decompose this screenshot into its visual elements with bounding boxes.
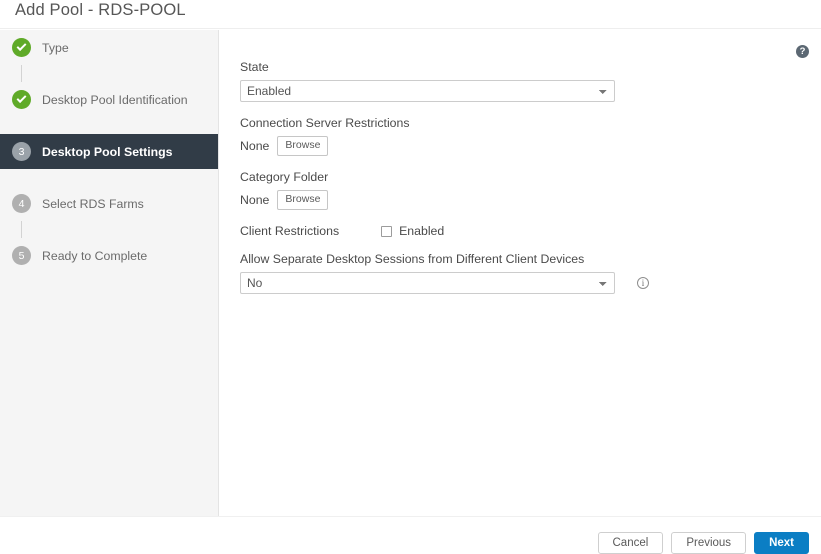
client-restrictions-checkbox-wrap[interactable]: Enabled xyxy=(381,224,444,238)
info-circle-icon[interactable]: i xyxy=(637,277,649,289)
step-number-badge: 5 xyxy=(12,246,31,265)
connection-server-restrictions-browse-button[interactable]: Browse xyxy=(277,136,329,156)
allow-separate-sessions-select[interactable]: No xyxy=(240,272,615,294)
add-pool-wizard: Add Pool - RDS-POOL Type Desktop Pool Id… xyxy=(0,0,821,554)
step-label: Desktop Pool Identification xyxy=(42,92,188,107)
next-button[interactable]: Next xyxy=(754,532,809,554)
wizard-footer: Cancel Previous Next xyxy=(0,517,821,554)
cancel-button[interactable]: Cancel xyxy=(597,532,664,554)
wizard-content-pane: ? State Enabled Connection Server Restri… xyxy=(220,30,821,516)
connection-server-restrictions-value: None xyxy=(240,139,270,153)
state-field-group: State Enabled xyxy=(240,60,800,102)
step-label: Desktop Pool Settings xyxy=(42,144,173,159)
previous-button[interactable]: Previous xyxy=(671,532,747,554)
connection-server-restrictions-label: Connection Server Restrictions xyxy=(240,116,410,130)
help-circle-icon[interactable]: ? xyxy=(796,45,809,58)
allow-separate-sessions-label: Allow Separate Desktop Sessions from Dif… xyxy=(240,252,585,266)
client-restrictions-checkbox-label: Enabled xyxy=(399,224,445,238)
step-label: Ready to Complete xyxy=(42,248,148,263)
category-folder-row: None Browse xyxy=(240,190,800,210)
client-restrictions-row: Client Restrictions Enabled xyxy=(240,224,800,238)
category-folder-value: None xyxy=(240,193,270,207)
client-restrictions-label: Client Restrictions xyxy=(240,224,340,238)
step-label: Type xyxy=(42,40,69,55)
sidebar-item-ready-to-complete[interactable]: 5 Ready to Complete xyxy=(0,221,218,273)
sidebar-item-type[interactable]: Type xyxy=(0,30,218,65)
step-list: Type Desktop Pool Identification 3 Deskt… xyxy=(0,30,218,273)
step-number-badge: 4 xyxy=(12,194,31,213)
connection-server-restrictions-group: Connection Server Restrictions None Brow… xyxy=(240,116,800,156)
desktop-pool-settings-form: State Enabled Connection Server Restrict… xyxy=(240,60,800,308)
state-label: State xyxy=(240,60,269,74)
client-restrictions-group: Client Restrictions Enabled xyxy=(240,224,800,238)
allow-separate-sessions-group: Allow Separate Desktop Sessions from Dif… xyxy=(240,252,800,294)
page-title: Add Pool - RDS-POOL xyxy=(15,1,186,19)
sidebar-item-select-rds-farms[interactable]: 4 Select RDS Farms xyxy=(0,186,218,221)
sidebar-item-desktop-pool-settings[interactable]: 3 Desktop Pool Settings xyxy=(0,134,218,169)
step-check-icon xyxy=(12,90,31,109)
category-folder-browse-button[interactable]: Browse xyxy=(277,190,329,210)
footer-button-group: Cancel Previous Next xyxy=(597,532,809,554)
step-number-badge: 3 xyxy=(12,142,31,161)
step-check-icon xyxy=(12,38,31,57)
wizard-step-sidebar: Type Desktop Pool Identification 3 Deskt… xyxy=(0,30,219,516)
state-select[interactable]: Enabled xyxy=(240,80,615,102)
step-label: Select RDS Farms xyxy=(42,196,144,211)
allow-separate-sessions-row: No i xyxy=(240,272,800,294)
sidebar-item-desktop-pool-identification[interactable]: Desktop Pool Identification xyxy=(0,65,218,117)
category-folder-group: Category Folder None Browse xyxy=(240,170,800,210)
client-restrictions-checkbox[interactable] xyxy=(381,225,393,237)
category-folder-label: Category Folder xyxy=(240,170,329,184)
wizard-header: Add Pool - RDS-POOL xyxy=(0,0,821,29)
connection-server-restrictions-row: None Browse xyxy=(240,136,800,156)
